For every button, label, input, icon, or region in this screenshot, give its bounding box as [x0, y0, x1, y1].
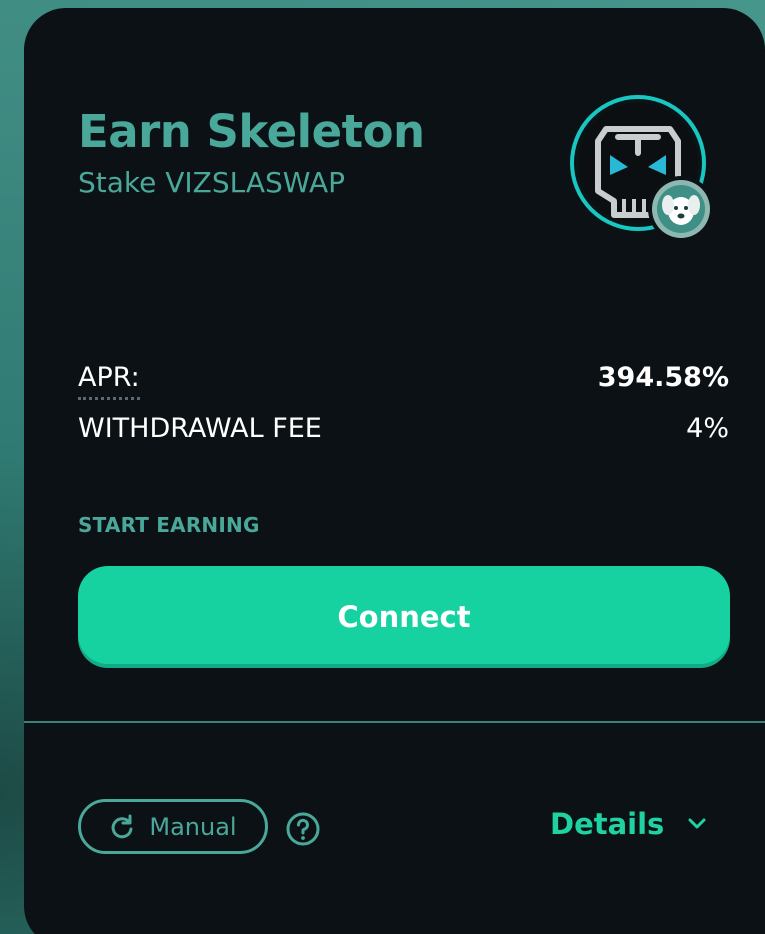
pool-title: Earn Skeleton: [78, 105, 425, 158]
token-logo: [566, 95, 714, 243]
details-toggle[interactable]: Details: [550, 807, 706, 841]
apr-value: 394.58%: [597, 362, 729, 393]
vizslaswap-dog-icon: [648, 176, 714, 242]
footer-divider: [24, 721, 765, 723]
apr-row: APR: 394.58%: [78, 362, 729, 400]
details-label: Details: [550, 807, 665, 841]
withdrawal-fee-row: WITHDRAWAL FEE 4%: [78, 413, 729, 444]
chevron-down-icon: [688, 818, 706, 829]
refresh-icon: [111, 814, 133, 838]
manual-label: Manual: [149, 812, 237, 841]
withdrawal-fee-value: 4%: [686, 413, 729, 444]
withdrawal-fee-label: WITHDRAWAL FEE: [78, 413, 322, 444]
pool-subtitle: Stake VIZSLASWAP: [78, 166, 345, 199]
manual-badge[interactable]: Manual: [78, 799, 268, 854]
question-circle-icon[interactable]: [286, 812, 320, 846]
pool-card: Earn Skeleton Stake VIZSLASWAP APR: 394.…: [24, 8, 765, 934]
apr-label[interactable]: APR:: [78, 362, 140, 400]
start-earning-label: START EARNING: [78, 513, 260, 537]
connect-button[interactable]: Connect: [78, 566, 730, 668]
